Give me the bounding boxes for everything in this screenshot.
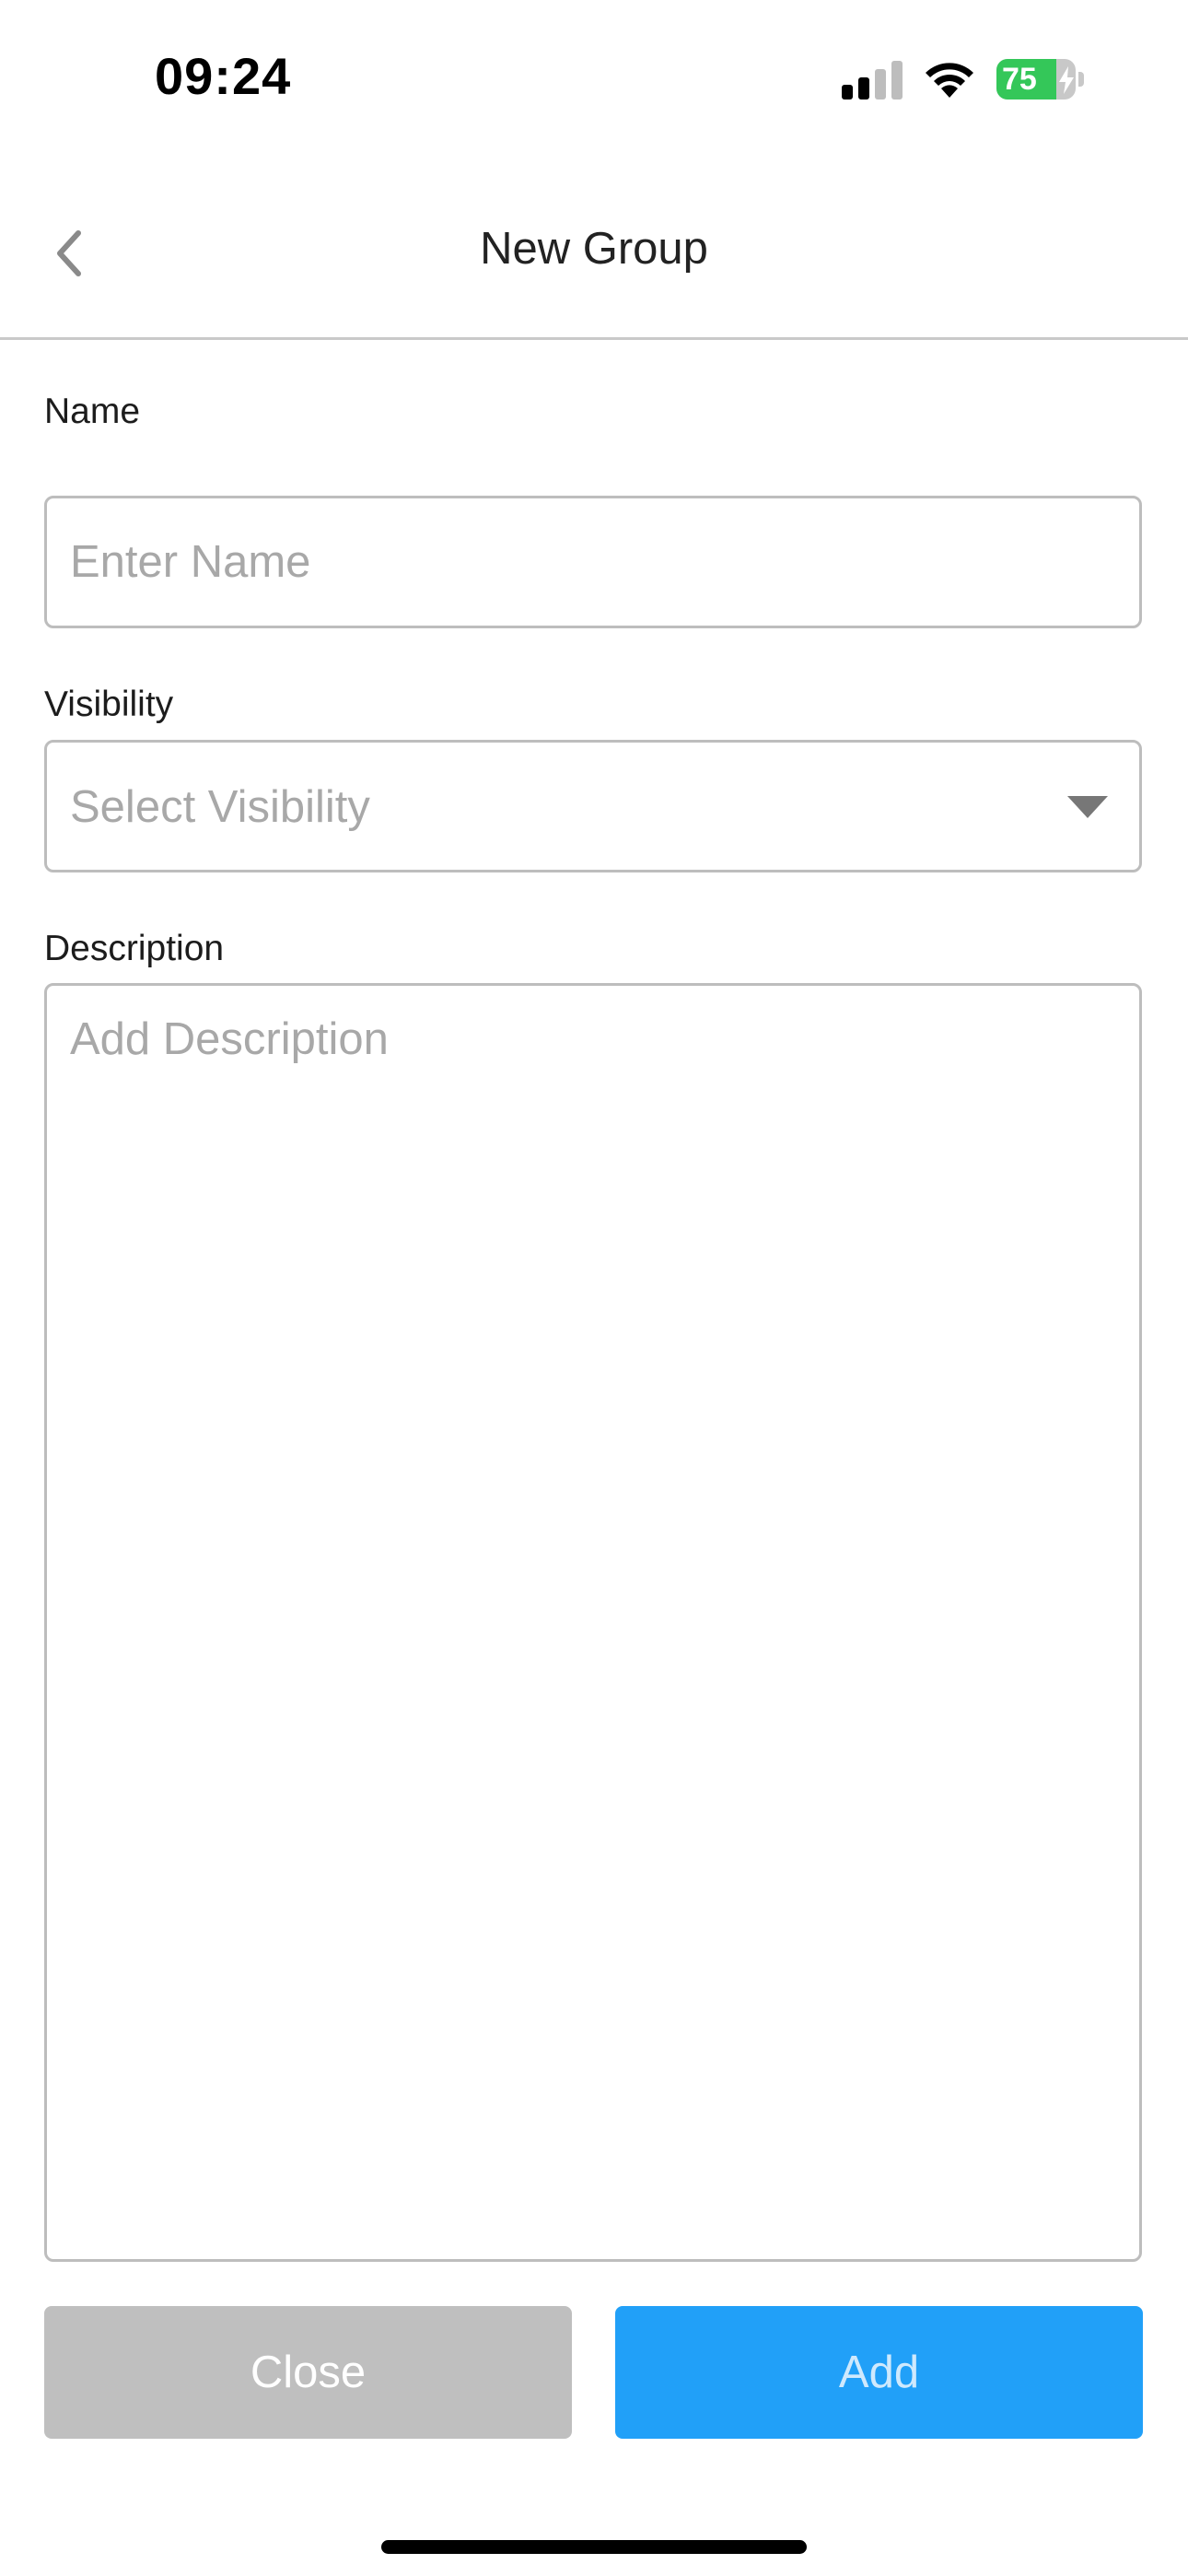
- visibility-select[interactable]: Select Visibility: [44, 740, 1142, 872]
- battery-body: 75: [996, 59, 1076, 100]
- page-title: New Group: [480, 224, 708, 274]
- battery-cap: [1078, 72, 1084, 87]
- status-bar: 09:24 75: [0, 0, 1188, 157]
- close-button[interactable]: Close: [44, 2306, 572, 2439]
- caret-down-icon: [1067, 796, 1108, 818]
- battery-icon: 75: [996, 59, 1085, 100]
- signal-icon: [842, 61, 903, 100]
- description-input[interactable]: [47, 986, 1139, 2257]
- battery-level: 75: [1002, 62, 1037, 97]
- name-field-container: [44, 496, 1142, 628]
- add-button[interactable]: Add: [615, 2306, 1143, 2439]
- status-time: 09:24: [155, 47, 292, 105]
- name-input[interactable]: [47, 498, 1139, 626]
- home-indicator[interactable]: [381, 2540, 807, 2554]
- wifi-icon: [926, 63, 973, 98]
- visibility-placeholder: Select Visibility: [70, 782, 370, 832]
- name-label: Name: [44, 392, 141, 431]
- description-label: Description: [44, 929, 225, 968]
- description-field-container: [44, 983, 1142, 2262]
- nav-header: New Group: [0, 184, 1188, 340]
- charging-bolt-icon: [1059, 66, 1074, 94]
- new-group-screen: 09:24 75 New Group Name Enter Name Visib…: [0, 0, 1188, 2576]
- visibility-label: Visibility: [44, 685, 174, 724]
